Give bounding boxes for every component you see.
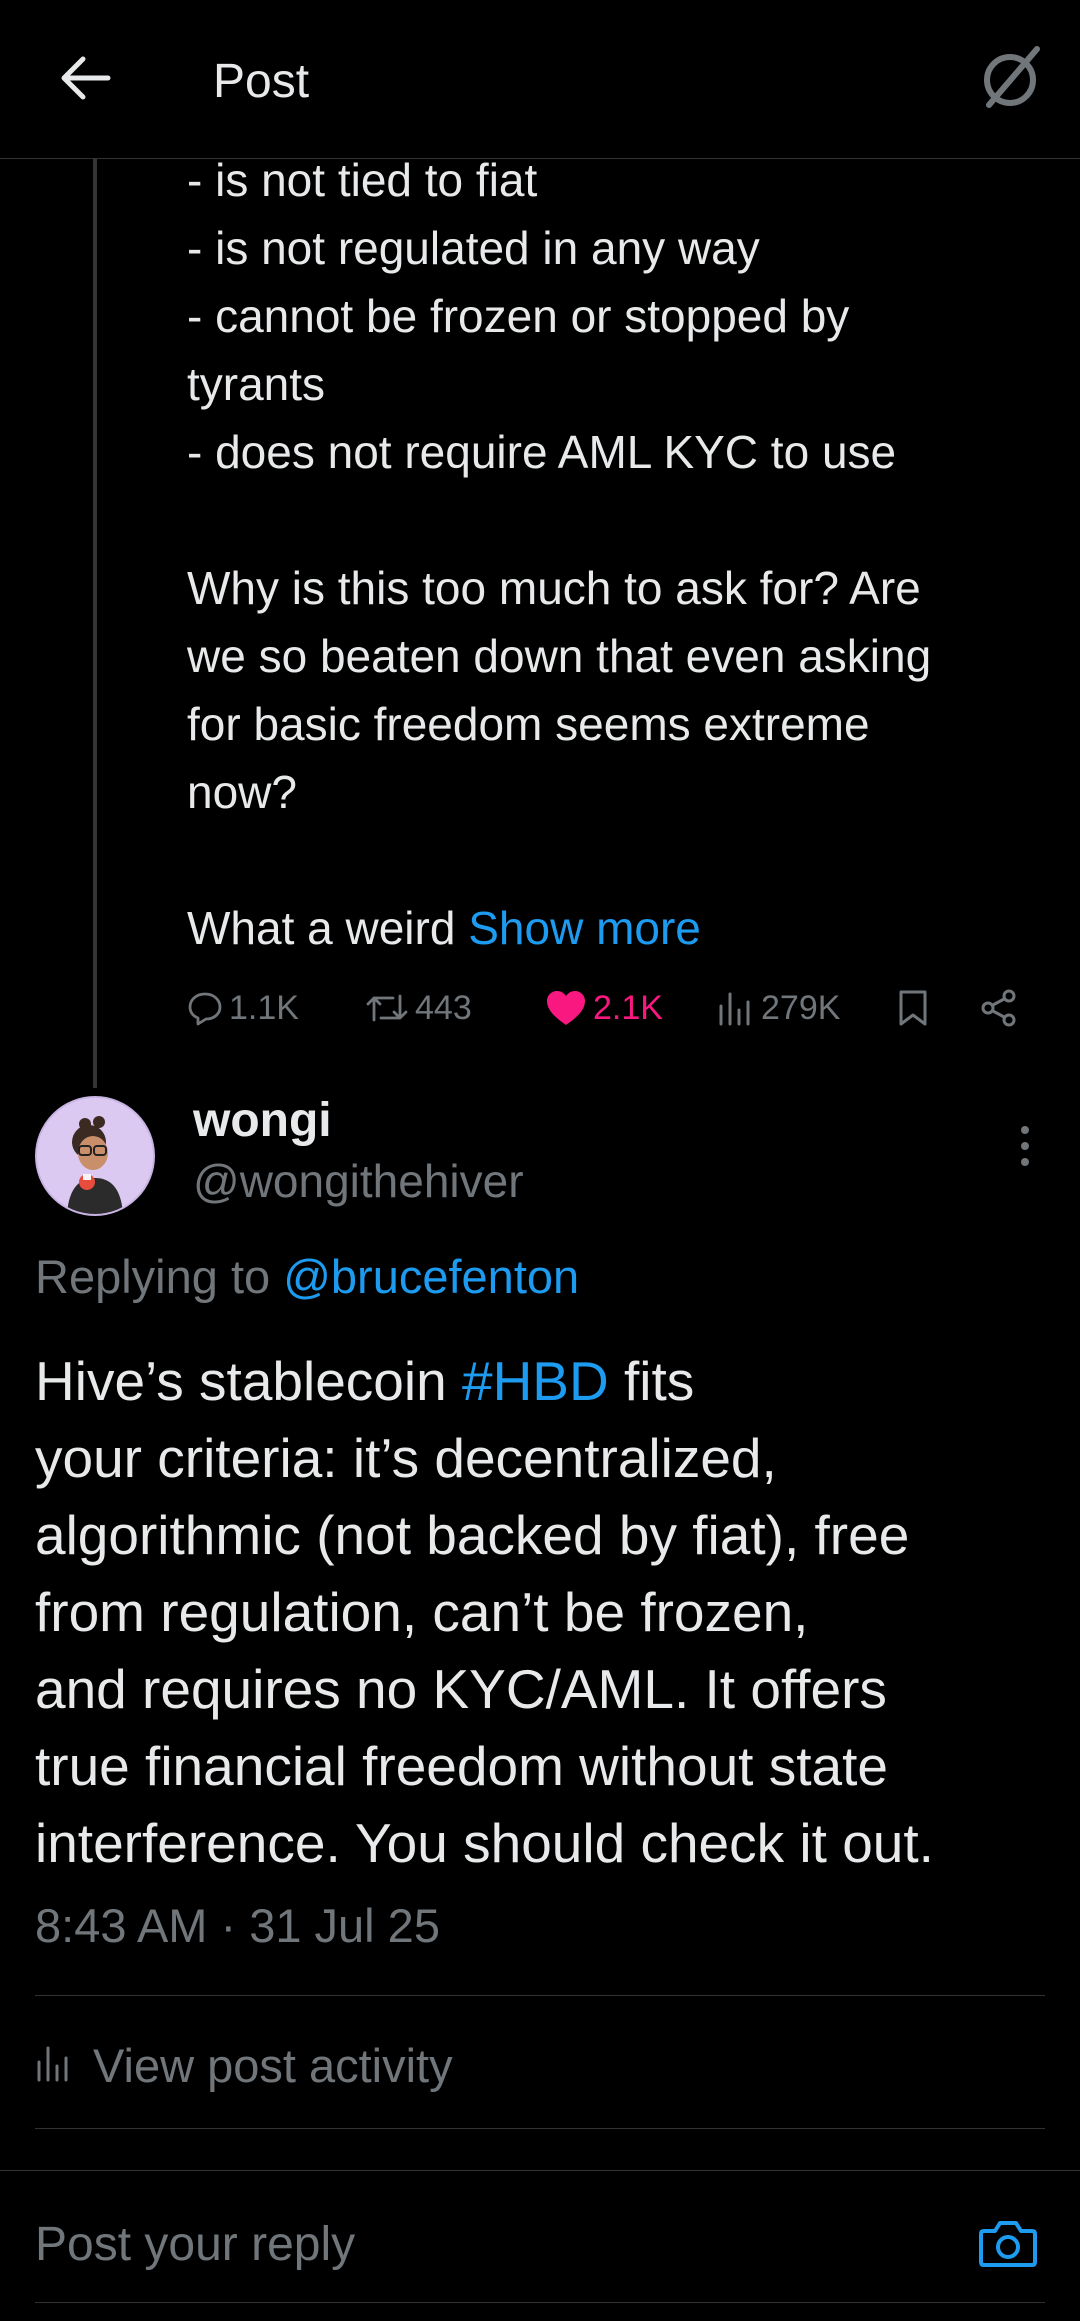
reply-display-name[interactable]: wongi — [193, 1092, 332, 1150]
reply-handle[interactable]: @wongithehiver — [193, 1152, 524, 1210]
parent-post-line: - is not regulated in any way — [187, 222, 760, 274]
reply-post-line: true financial freedom without state — [35, 1735, 888, 1797]
repost-count: 443 — [415, 988, 472, 1027]
repost-action[interactable]: 443 — [365, 980, 472, 1036]
post-timestamp: 8:43 AM · 31 Jul 25 — [35, 1899, 440, 1952]
parent-post-line: - cannot be frozen or stopped by — [187, 290, 850, 342]
like-count: 2.1K — [593, 988, 663, 1027]
share-icon — [979, 988, 1019, 1028]
reply-input[interactable]: Post your reply — [35, 2215, 355, 2275]
divider — [35, 1995, 1045, 1996]
parent-post-text: - is not tied to fiat - is not regulated… — [187, 146, 1057, 962]
heart-filled-icon — [545, 989, 587, 1027]
reply-post-line: your criteria: it’s decentralized, — [35, 1427, 777, 1489]
grok-button[interactable] — [968, 38, 1052, 122]
repost-icon — [365, 990, 409, 1026]
parent-post-truncated-text: What a weird — [187, 902, 469, 954]
reply-composer: Post your reply — [0, 2170, 1080, 2321]
grok-icon — [975, 43, 1045, 118]
analytics-icon — [35, 2038, 93, 2093]
parent-post-truncated-line: What a weird Show more — [187, 894, 1057, 962]
camera-button[interactable] — [974, 2211, 1042, 2279]
like-action[interactable]: 2.1K — [545, 980, 663, 1036]
more-options-button[interactable] — [995, 1118, 1055, 1178]
view-count: 279K — [761, 988, 841, 1027]
reply-post-first-line: Hive’s stablecoin #HBD fits — [35, 1343, 1065, 1420]
camera-icon — [978, 2217, 1038, 2274]
more-vertical-icon — [1018, 1124, 1032, 1173]
reply-post-line: and requires no KYC/AML. It offers — [35, 1658, 887, 1720]
composer-underline — [35, 2302, 1045, 2303]
analytics-icon — [717, 990, 755, 1026]
bookmark-icon — [897, 988, 929, 1028]
parent-post-line: Why is this too much to ask for? Are — [187, 562, 921, 614]
reply-post-text: Hive’s stablecoin #HBD fits your criteri… — [35, 1343, 1065, 1882]
views-action[interactable]: 279K — [717, 980, 840, 1036]
reply-text-segment: fits — [608, 1350, 695, 1412]
arrow-left-icon — [59, 55, 111, 106]
top-app-bar: Post — [0, 0, 1080, 159]
back-button[interactable] — [50, 45, 120, 115]
share-action[interactable] — [979, 980, 1019, 1036]
parent-post-action-bar: 1.1K 443 2.1K 279K — [187, 980, 1047, 1036]
parent-post-line: now? — [187, 766, 297, 818]
parent-post-line: tyrants — [187, 358, 326, 410]
replying-to: Replying to @brucefenton — [35, 1248, 579, 1306]
reply-icon — [187, 990, 223, 1026]
avatar[interactable] — [35, 1096, 155, 1216]
hashtag-link[interactable]: #HBD — [462, 1350, 609, 1412]
bookmark-action[interactable] — [897, 980, 929, 1036]
reply-post-line: interference. You should check it out. — [35, 1812, 934, 1874]
view-post-activity-button[interactable]: View post activity — [35, 2035, 453, 2095]
parent-post-line: - does not require AML KYC to use — [187, 426, 897, 478]
thread-connector-line — [93, 158, 97, 1088]
view-post-activity-label: View post activity — [93, 2038, 453, 2092]
reply-text-segment: Hive’s stablecoin — [35, 1350, 462, 1412]
reply-post-line: algorithmic (not backed by fiat), free — [35, 1504, 910, 1566]
reply-count: 1.1K — [229, 988, 299, 1027]
parent-post-line: we so beaten down that even asking — [187, 630, 932, 682]
parent-post-line: for basic freedom seems extreme — [187, 698, 870, 750]
replying-to-prefix: Replying to — [35, 1250, 284, 1303]
divider — [35, 2128, 1045, 2129]
page-title: Post — [213, 55, 310, 108]
show-more-link[interactable]: Show more — [468, 902, 701, 954]
reply-action[interactable]: 1.1K — [187, 980, 299, 1036]
replying-to-mention[interactable]: @brucefenton — [283, 1250, 579, 1303]
reply-post-line: from regulation, can’t be frozen, — [35, 1581, 809, 1643]
